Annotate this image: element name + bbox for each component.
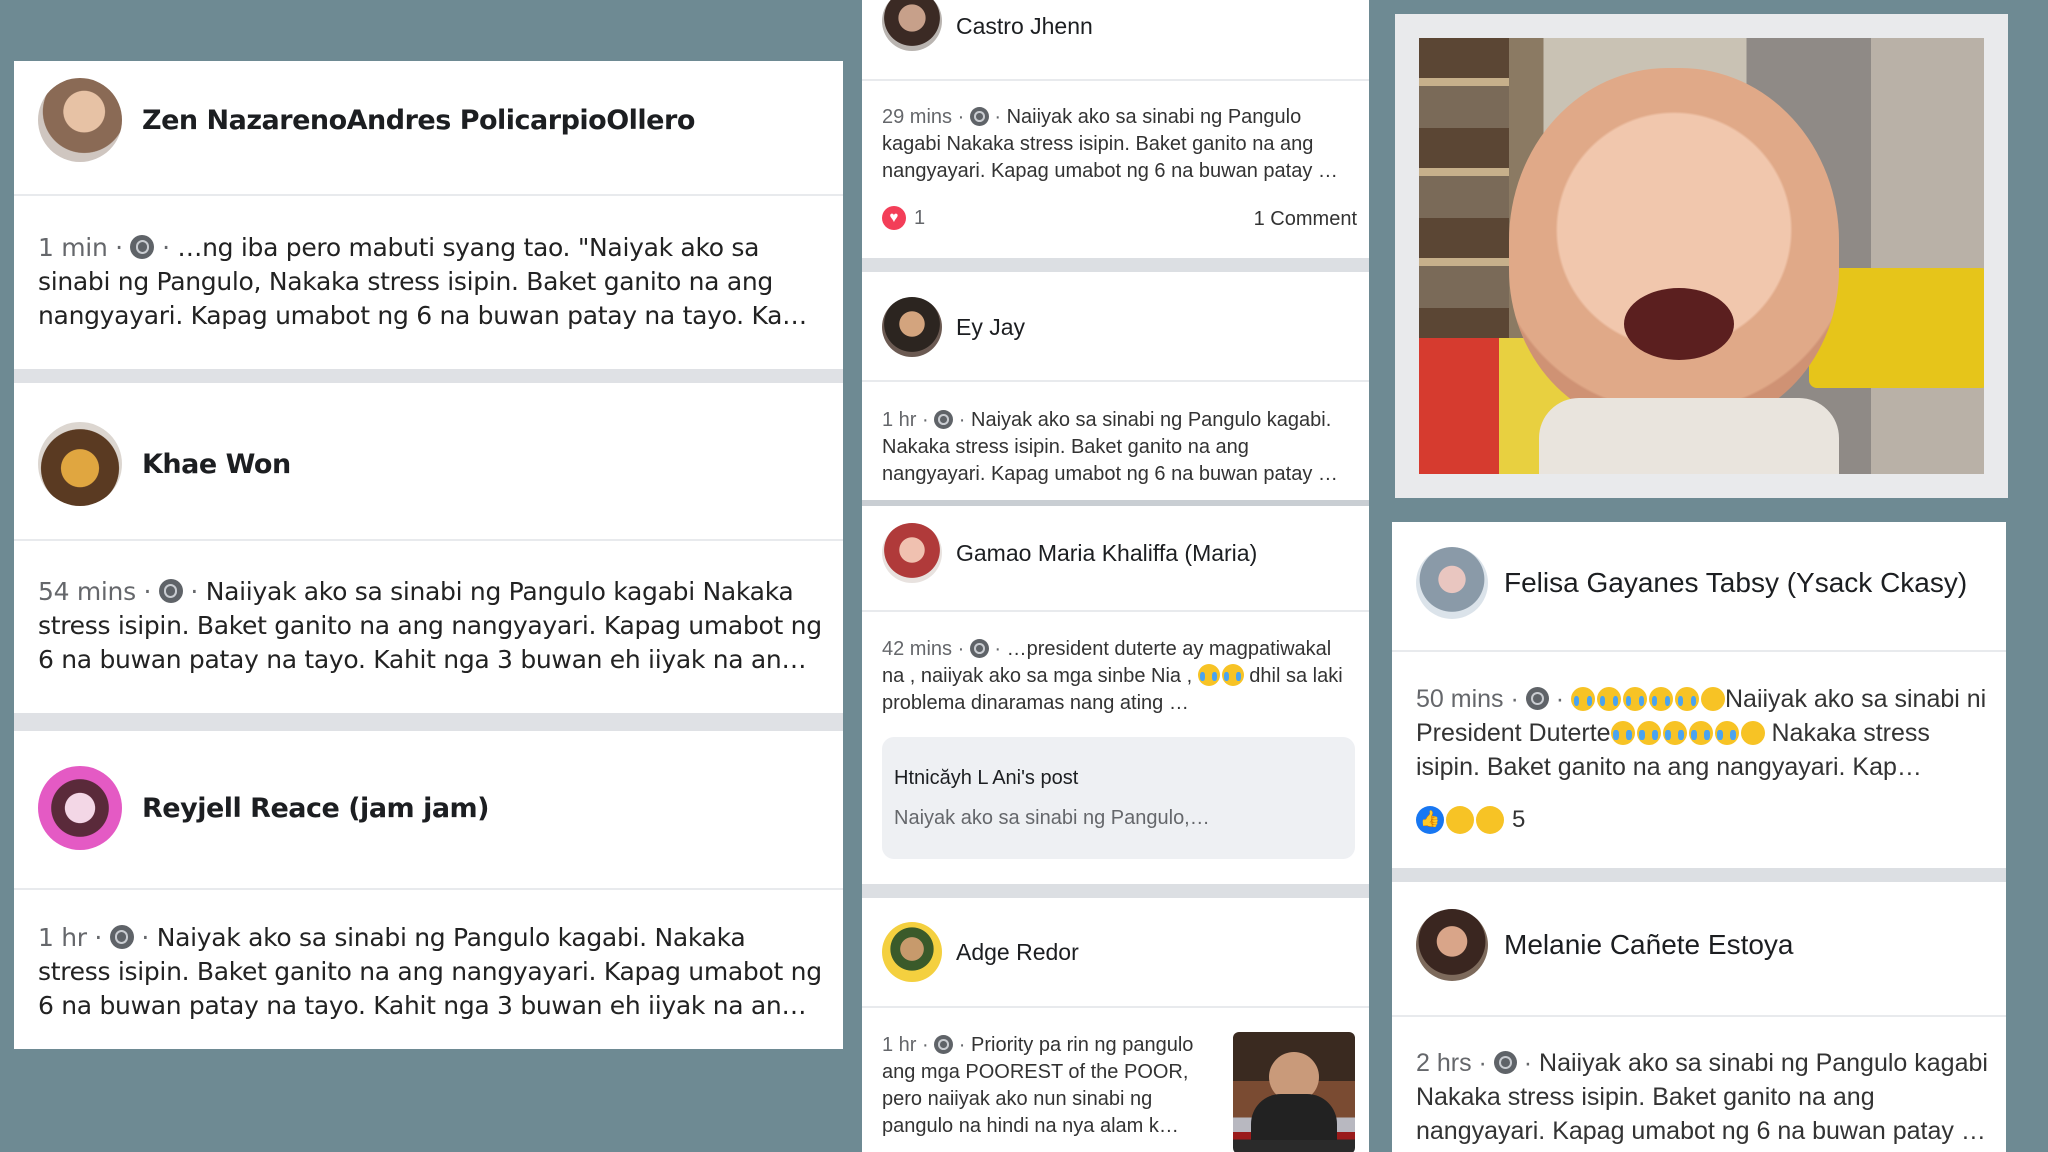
globe-icon [158,579,183,603]
baby-shirt [1539,398,1839,474]
crying-emoji-icon [1714,721,1739,745]
crying-emoji-icon [1570,687,1595,711]
crying-emoji-icon [1221,664,1244,686]
post-time[interactable]: 1 hr [882,1034,916,1056]
globe-icon [934,410,954,429]
post-author[interactable]: Zen NazarenoAndres PolicarpioOllero [142,105,695,136]
post-card-zen: Zen NazarenoAndres PolicarpioOllero 1 mi… [14,61,843,369]
sad-emoji-icon [1700,687,1725,711]
post-body: 50 mins · · Naiiyak ako sa sinabi ni Pre… [1416,685,1987,781]
crying-emoji-icon [1674,687,1699,711]
post-card-reyjell: Reyjell Reace (jam jam) 1 hr · · Naiyak … [14,731,843,1049]
sad-reaction-icon [1476,806,1504,834]
crying-emoji-icon [1622,687,1647,711]
crying-emoji-icon [1636,721,1661,745]
post-author[interactable]: Ey Jay [956,314,1025,341]
news-thumbnail[interactable] [1233,1032,1355,1152]
reaction-count: 5 [1512,806,1526,833]
post-card-gamao: Gamao Maria Khaliffa (Maria) 42 mins · ·… [862,506,1369,884]
globe-icon [1493,1051,1517,1074]
post-card-castro: Castro Jhenn 29 mins · · Naiiyak ako sa … [862,0,1369,258]
shared-post-title: Htnicăyh L Ani's post [894,767,1079,789]
post-body: 1 hr · · Naiyak ako sa sinabi ng Pangulo… [38,923,822,1020]
post-card-melanie: Melanie Cañete Estoya 2 hrs · · Naiiyak … [1392,882,2006,1152]
haha-reaction-icon [1446,806,1474,834]
crying-emoji-icon [1662,721,1687,745]
like-reaction-icon: 👍 [1416,806,1444,834]
baby-mouth [1624,288,1734,360]
comments-count[interactable]: 1 Comment [1254,208,1357,231]
globe-icon [1525,687,1549,710]
post-body: 2 hrs · · Naiiyak ako sa sinabi ng Pangu… [1416,1049,1988,1145]
person-body [1251,1094,1337,1140]
crying-emoji-icon [1197,664,1220,686]
post-author[interactable]: Reyjell Reace (jam jam) [142,793,490,824]
avatar[interactable] [882,922,942,982]
post-time[interactable]: 50 mins [1416,685,1504,713]
post-author[interactable]: Khae Won [142,449,291,480]
post-author[interactable]: Adge Redor [956,939,1079,966]
globe-icon [969,639,989,658]
post-author[interactable]: Castro Jhenn [956,13,1093,40]
crying-emoji-icon [1688,721,1713,745]
crying-emoji-icon [1610,721,1635,745]
post-body: 42 mins · · …president duterte ay magpat… [882,638,1343,714]
globe-icon [109,925,134,949]
post-time[interactable]: 54 mins [38,577,136,606]
crying-emoji-icon [1648,687,1673,711]
post-body: 29 mins · · Naiiyak ako sa sinabi ng Pan… [882,106,1338,182]
shared-post-preview[interactable]: Htnicăyh L Ani's post Naiyak ako sa sina… [882,737,1355,859]
post-author[interactable]: Melanie Cañete Estoya [1504,929,1794,961]
post-body: 1 hr · · Priority pa rin ng pangulo ang … [882,1034,1194,1137]
crying-baby-photo[interactable] [1419,38,1984,474]
baby-face [1509,68,1839,428]
avatar[interactable] [1416,547,1488,619]
post-body: 1 hr · · Naiyak ako sa sinabi ng Pangulo… [882,409,1338,485]
globe-icon [969,107,989,126]
avatar[interactable] [1416,909,1488,981]
post-time[interactable]: 1 hr [882,409,916,431]
heart-reaction-icon: ♥ [882,206,906,230]
photo-frame [1395,14,2008,498]
post-card-eyjay: Ey Jay 1 hr · · Naiyak ako sa sinabi ng … [862,272,1369,500]
reaction-count: 1 [914,206,926,229]
avatar[interactable] [882,0,942,51]
post-card-felisa: Felisa Gayanes Tabsy (Ysack Ckasy) 50 mi… [1392,522,2006,868]
post-body: 54 mins · · Naiiyak ako sa sinabi ng Pan… [38,577,822,674]
avatar[interactable] [38,422,122,506]
post-time[interactable]: 1 min [38,233,108,262]
sad-emoji-icon [1740,721,1765,745]
post-time[interactable]: 2 hrs [1416,1049,1472,1077]
post-time[interactable]: 1 hr [38,923,87,952]
reactions-row[interactable]: ♥ 1 [882,206,925,230]
post-author[interactable]: Felisa Gayanes Tabsy (Ysack Ckasy) [1504,567,1967,599]
avatar[interactable] [882,297,942,357]
avatar[interactable] [38,78,122,162]
post-card-adge: Adge Redor 1 hr · · Priority pa rin ng p… [862,898,1369,1152]
post-body: 1 min · · …ng iba pero mabuti syang tao.… [38,233,807,330]
globe-icon [130,235,155,259]
post-author[interactable]: Gamao Maria Khaliffa (Maria) [956,540,1257,567]
avatar[interactable] [38,766,122,850]
post-time[interactable]: 29 mins [882,106,952,128]
shared-post-text: Naiyak ako sa sinabi ng Pangulo,… [894,807,1210,829]
post-card-khae: Khae Won 54 mins · · Naiiyak ako sa sina… [14,383,843,713]
globe-icon [934,1035,954,1054]
crying-emoji-icon [1596,687,1621,711]
avatar[interactable] [882,523,942,583]
reactions-row[interactable]: 👍 5 [1416,806,1525,834]
post-time[interactable]: 42 mins [882,638,952,660]
